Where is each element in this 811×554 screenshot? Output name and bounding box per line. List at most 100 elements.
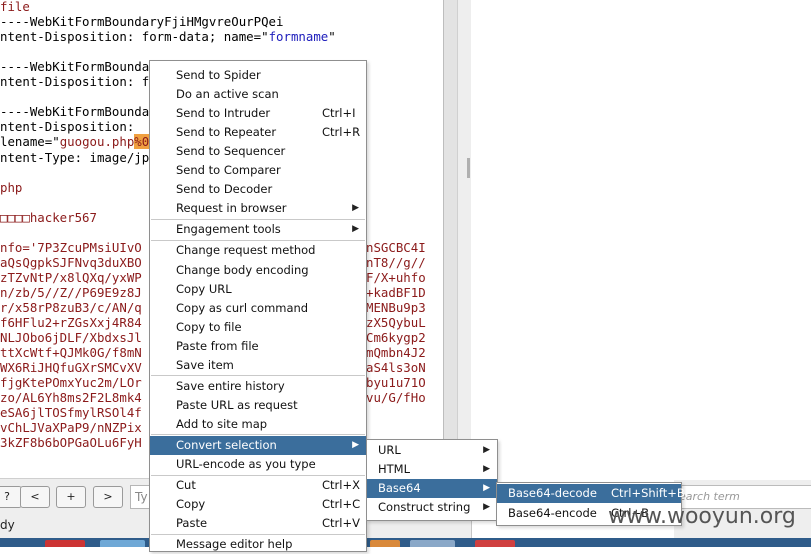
menu-item-copy-as-curl-command[interactable]: Copy as curl command <box>150 299 366 318</box>
request-text: guogou.php <box>59 134 135 150</box>
taskbar-app-icon[interactable] <box>410 540 455 547</box>
request-text: NLJObo6jDLF/XbdxsJl <box>0 330 142 346</box>
menu-item-request-in-browser[interactable]: Request in browser ▶ <box>150 199 366 218</box>
menu-item-message-editor-help[interactable]: Message editor help <box>150 535 366 554</box>
request-line-tail: nSGCBC4I <box>366 239 426 255</box>
menu-item-engagement-tools[interactable]: Engagement tools ▶ <box>150 220 366 239</box>
menu-item-save-item[interactable]: Save item <box>150 356 366 375</box>
taskbar-app-icon[interactable] <box>475 540 515 547</box>
menu-item-label: Do an active scan <box>176 87 279 102</box>
menu-item-label: Copy as curl command <box>176 300 309 315</box>
taskbar-app-icon[interactable] <box>370 540 400 547</box>
request-text: r/x58rP8zuB3/c/AN/q <box>0 300 142 315</box>
menu-item-change-request-method[interactable]: Change request method <box>150 241 366 260</box>
request-line-tail: nT8//g// <box>366 254 426 270</box>
request-line-tail: mQmbn4J2 <box>366 345 426 361</box>
submenu-arrow-icon: ▶ <box>483 464 490 475</box>
request-text: fjgKtePOmxYuc2m/LOr <box>0 375 142 391</box>
menu-item-label: Send to Sequencer <box>176 144 286 159</box>
menu-item-cut[interactable]: Cut Ctrl+X <box>150 476 366 495</box>
submenu-item-label: Base64-decode <box>508 486 597 500</box>
request-text: ntent-Type: image/jp <box>0 149 150 165</box>
request-line-tail: aS4ls3oN <box>366 360 426 376</box>
menu-item-label: Save entire history <box>176 378 285 393</box>
menu-item-change-body-encoding[interactable]: Change body encoding <box>150 261 366 280</box>
taskbar-app-icon[interactable] <box>45 540 85 547</box>
request-text: ntent-Disposition: form-data; name=" <box>0 29 269 45</box>
request-line: ----WebKitFormBounda <box>0 104 149 119</box>
request-line: ttXcWtf+QJMk0G/f8mN <box>0 345 142 360</box>
menu-item-copy-to-file[interactable]: Copy to file <box>150 318 366 337</box>
submenu-arrow-icon: ▶ <box>352 203 359 214</box>
request-line-tail: +kadBF1D <box>366 284 426 300</box>
request-text: " <box>328 29 336 45</box>
menu-item-label: Change request method <box>176 243 316 258</box>
submenu-item-base64[interactable]: Base64 ▶ <box>367 479 497 499</box>
submenu-item-construct-string[interactable]: Construct string ▶ <box>367 498 497 517</box>
menu-item-label: Copy URL <box>176 281 232 296</box>
submenu-item-label: URL <box>378 443 401 457</box>
submenu-arrow-icon: ▶ <box>483 445 490 455</box>
editor-scrollbar[interactable] <box>443 0 457 478</box>
menu-item-send-to-spider[interactable]: Send to Spider <box>150 66 366 85</box>
submenu-arrow-icon: ▶ <box>352 224 359 235</box>
context-menu: Send to Spider Do an active scan Send to I… <box>149 60 367 552</box>
request-line-tail: byu1u71O <box>366 375 426 391</box>
request-text: 3kZF8b6bOPGaOLu6FyH <box>0 435 142 451</box>
menu-item-convert-selection[interactable]: Convert selection ▶ <box>150 435 366 455</box>
menu-item-label: Paste URL as request <box>176 397 298 412</box>
add-button[interactable]: + <box>56 486 86 508</box>
menu-item-shortcut: Ctrl+X <box>322 478 360 493</box>
splitter-grip-icon[interactable] <box>467 158 470 178</box>
request-text: nfo='7P3ZcuPMsiUIvO <box>0 239 142 255</box>
request-line-tail: Cm6kygp2 <box>366 330 426 346</box>
request-line: WX6RiJHQfuGXrSMCvXV <box>0 360 142 375</box>
menu-item-label: Send to Comparer <box>176 163 281 178</box>
request-line: lename="guogou.php%0 <box>0 134 150 150</box>
request-text: vChLJVaXPaP9/nNZPix <box>0 420 142 436</box>
menu-item-send-to-sequencer[interactable]: Send to Sequencer <box>150 142 366 161</box>
menu-item-add-to-site-map[interactable]: Add to site map <box>150 415 366 434</box>
next-button[interactable]: > <box>93 486 123 508</box>
previous-button[interactable]: < <box>20 486 50 508</box>
menu-item-paste-url-as-request[interactable]: Paste URL as request <box>150 396 366 415</box>
request-line: php <box>0 180 22 195</box>
request-line: ntent-Disposition: f <box>0 74 149 89</box>
submenu-arrow-icon: ▶ <box>352 439 359 450</box>
menu-item-save-entire-history[interactable]: Save entire history <box>150 377 366 396</box>
request-line: ntent-Disposition: <box>0 119 142 134</box>
request-text: ----WebKitFormBounda <box>0 104 150 120</box>
response-pane <box>471 0 811 480</box>
submenu-item-label: Construct string <box>378 500 471 515</box>
submenu-item-url[interactable]: URL ▶ <box>367 441 497 460</box>
request-text: ----WebKitFormBoundaryFjiHMgvreOurPQei <box>0 14 284 30</box>
submenu-arrow-icon: ▶ <box>483 502 490 513</box>
request-line: zTZvNtP/x8lQXq/yxWP <box>0 270 142 285</box>
request-line: 3kZF8b6bOPGaOLu6FyH <box>0 435 142 450</box>
request-text: ntent-Disposition: f <box>0 74 150 90</box>
menu-item-paste[interactable]: Paste Ctrl+V <box>150 514 366 533</box>
submenu-item-base64-decode[interactable]: Base64-decode Ctrl+Shift+B <box>497 484 685 503</box>
menu-item-copy-url[interactable]: Copy URL <box>150 280 366 299</box>
submenu-item-html[interactable]: HTML ▶ <box>367 460 497 479</box>
request-text: n/zb/5//Z//P69E9z8J <box>0 284 142 300</box>
menu-item-paste-from-file[interactable]: Paste from file <box>150 337 366 356</box>
menu-item-send-to-decoder[interactable]: Send to Decoder <box>150 180 366 199</box>
menu-item-label: Add to site map <box>176 416 268 431</box>
request-text: php <box>0 179 23 195</box>
request-line: ntent-Disposition: form-data; name="form… <box>0 29 336 44</box>
menu-item-send-to-intruder[interactable]: Send to Intruder Ctrl+I <box>150 104 366 123</box>
menu-item-send-to-comparer[interactable]: Send to Comparer <box>150 161 366 180</box>
request-line: nfo='7P3ZcuPMsiUIvO <box>0 240 142 255</box>
menu-item-do-an-active-scan[interactable]: Do an active scan <box>150 85 366 104</box>
taskbar-app-icon[interactable] <box>100 540 145 547</box>
request-text: file <box>0 0 30 14</box>
menu-item-copy[interactable]: Copy Ctrl+C <box>150 495 366 514</box>
request-text: ----WebKitFormBounda <box>0 59 150 75</box>
help-button[interactable]: ? <box>0 486 22 508</box>
menu-item-label: Send to Decoder <box>176 182 273 197</box>
menu-item-url-encode-as-you-type[interactable]: URL-encode as you type <box>150 455 366 474</box>
request-text: lename=" <box>0 134 60 150</box>
menu-item-send-to-repeater[interactable]: Send to Repeater Ctrl+R <box>150 123 366 142</box>
request-line: NLJObo6jDLF/XbdxsJl <box>0 330 142 345</box>
